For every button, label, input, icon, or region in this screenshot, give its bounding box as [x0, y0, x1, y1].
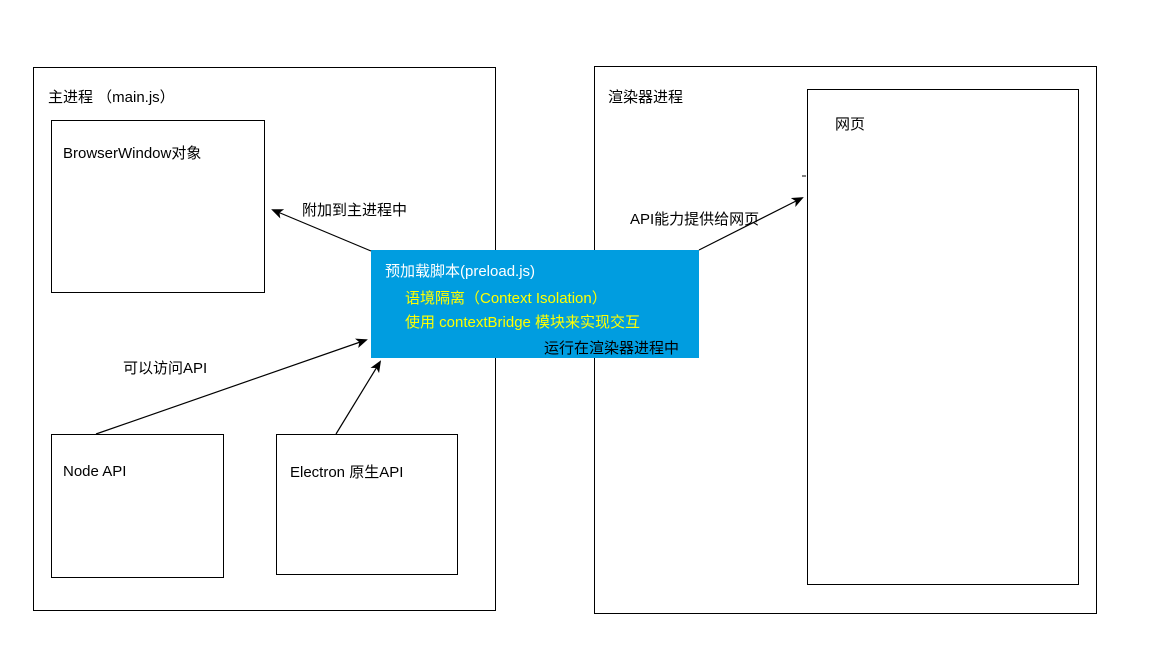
attach-to-main-label: 附加到主进程中 — [302, 199, 407, 220]
preload-box: 预加载脚本(preload.js) 语境隔离（Context Isolation… — [371, 250, 699, 358]
api-access-label: 可以访问API — [123, 357, 207, 378]
preload-bridge: 使用 contextBridge 模块来实现交互 — [405, 311, 685, 335]
webpage-label: 网页 — [835, 113, 865, 134]
electron-api-label: Electron 原生API — [290, 461, 403, 482]
main-process-title: 主进程 （main.js） — [48, 86, 175, 107]
webpage-box — [807, 89, 1079, 585]
api-to-webpage-label: API能力提供给网页 — [630, 208, 759, 229]
node-api-box — [51, 434, 224, 578]
preload-isolation: 语境隔离（Context Isolation） — [405, 287, 685, 311]
preload-title: 预加载脚本(preload.js) — [385, 260, 685, 281]
browser-window-label: BrowserWindow对象 — [63, 142, 201, 163]
renderer-process-title: 渲染器进程 — [608, 86, 683, 107]
node-api-label: Node API — [63, 463, 126, 480]
electron-api-box — [276, 434, 458, 575]
preload-runs-in: 运行在渲染器进程中 — [385, 337, 685, 358]
